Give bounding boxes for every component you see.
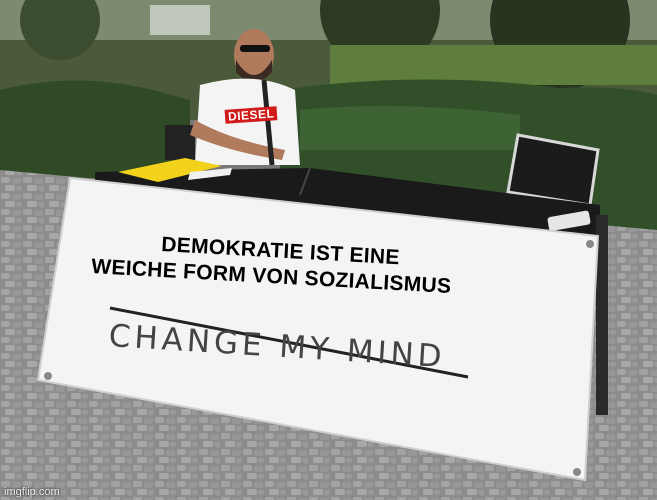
lawn [330,45,657,85]
meme-image: DIESEL DEMOKRATIE IST EINE WEICHE FORM V… [0,0,657,500]
watermark: imgflip.com [4,486,60,498]
chair-left [165,125,195,160]
